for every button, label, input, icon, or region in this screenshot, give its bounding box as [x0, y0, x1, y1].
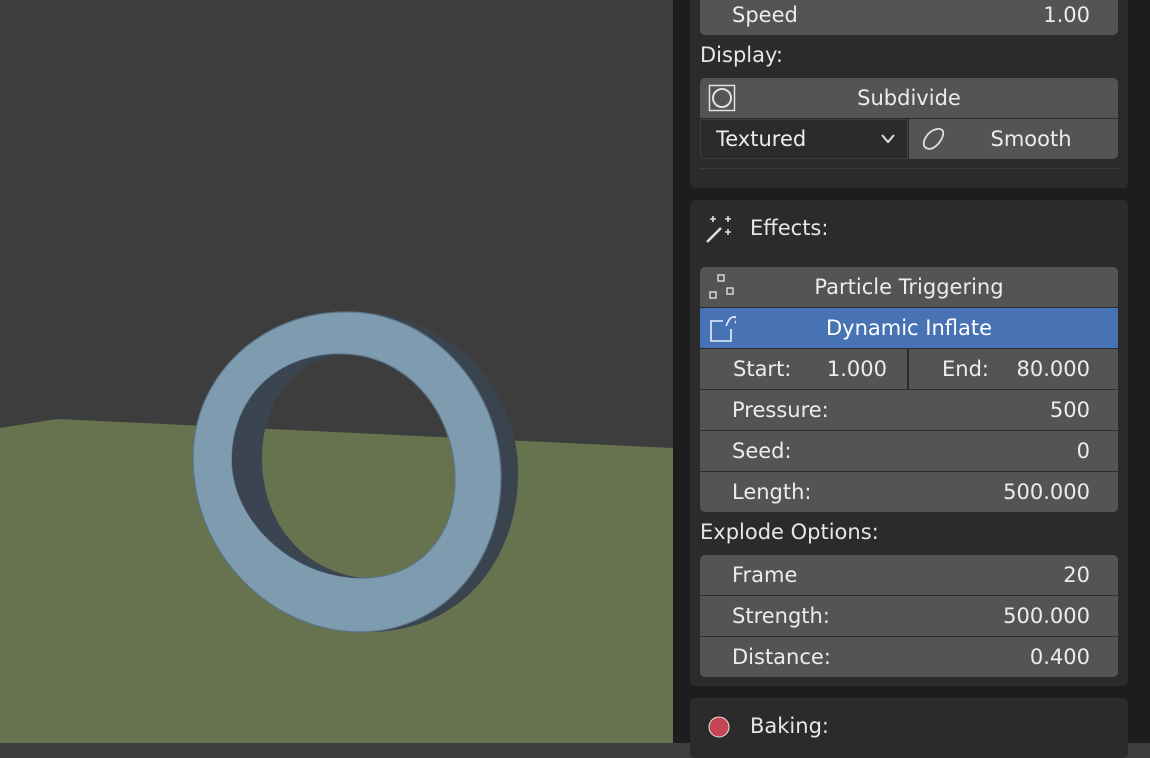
start-field[interactable]: Start: 1.000	[700, 349, 907, 389]
end-label: End:	[942, 357, 989, 381]
seed-field[interactable]: Seed: 0	[700, 431, 1118, 471]
frame-label: Frame	[732, 563, 798, 587]
3d-viewport[interactable]	[0, 0, 673, 743]
end-value: 80.000	[1016, 357, 1090, 381]
length-label: Length:	[732, 480, 812, 504]
length-value: 500.000	[1003, 480, 1090, 504]
box-divider	[700, 168, 1118, 169]
frame-value: 20	[1063, 563, 1090, 587]
distance-field[interactable]: Distance: 0.400	[700, 637, 1118, 677]
strength-field[interactable]: Strength: 500.000	[700, 596, 1118, 636]
display-mode-dropdown[interactable]: Textured	[700, 119, 908, 159]
pressure-value: 500	[1049, 398, 1090, 422]
frame-field[interactable]: Frame 20	[700, 555, 1118, 595]
smooth-button[interactable]: Smooth	[909, 119, 1118, 159]
chevron-down-icon	[881, 134, 895, 144]
end-field[interactable]: End: 80.000	[909, 349, 1118, 389]
pressure-label: Pressure:	[732, 398, 829, 422]
properties-panel[interactable]: Speed 1.00 Display: Subdivide Textured S…	[673, 0, 1150, 758]
viewport-scene	[0, 0, 673, 743]
baking-header: Baking:	[750, 714, 829, 738]
start-label: Start:	[733, 357, 792, 381]
modifier-icon	[710, 316, 736, 342]
particle-triggering-label: Particle Triggering	[814, 275, 1004, 299]
seed-label: Seed:	[732, 439, 792, 463]
explode-options-header: Explode Options:	[700, 520, 879, 544]
subdivide-button[interactable]: Subdivide	[700, 78, 1118, 118]
seed-value: 0	[1076, 439, 1090, 463]
record-dot-icon	[708, 716, 730, 738]
speed-field[interactable]: Speed 1.00	[700, 0, 1118, 35]
particles-icon	[709, 274, 734, 299]
smooth-label: Smooth	[990, 127, 1072, 151]
speed-value: 1.00	[1043, 3, 1090, 27]
dynamic-inflate-label: Dynamic Inflate	[825, 316, 993, 340]
strength-value: 500.000	[1003, 604, 1090, 628]
distance-label: Distance:	[732, 645, 831, 669]
distance-value: 0.400	[1029, 645, 1090, 669]
subdivide-icon	[708, 84, 736, 112]
subdivide-label: Subdivide	[857, 86, 961, 110]
strength-label: Strength:	[732, 604, 830, 628]
start-value: 1.000	[826, 357, 887, 381]
smooth-icon	[922, 128, 945, 150]
pressure-field[interactable]: Pressure: 500	[700, 390, 1118, 430]
display-mode-value: Textured	[716, 127, 807, 151]
length-field[interactable]: Length: 500.000	[700, 472, 1118, 512]
magic-wand-icon	[706, 216, 731, 243]
dynamic-inflate-button[interactable]: Dynamic Inflate	[700, 308, 1118, 348]
effects-header: Effects:	[750, 216, 829, 240]
speed-label: Speed	[732, 3, 798, 27]
particle-triggering-button[interactable]: Particle Triggering	[700, 267, 1118, 307]
display-label: Display:	[700, 43, 783, 67]
